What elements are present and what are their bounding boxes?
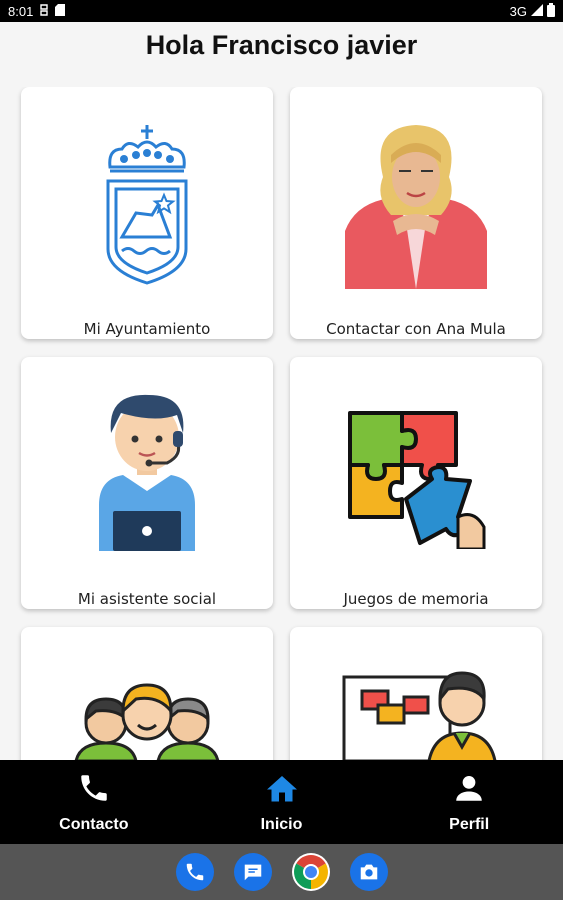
support-agent-icon xyxy=(21,393,273,551)
nav-contacto[interactable]: Contacto xyxy=(0,760,188,844)
card-contactar-ana-mula[interactable]: Contactar con Ana Mula xyxy=(290,87,542,339)
nav-label: Inicio xyxy=(260,815,303,833)
person-photo xyxy=(290,123,542,289)
card-grid: Mi Ayuntamiento Contactar con Ana Mula M… xyxy=(0,87,563,760)
coat-of-arms-icon xyxy=(21,125,273,285)
chrome-app-icon[interactable] xyxy=(291,853,330,891)
messages-app-icon[interactable] xyxy=(233,853,272,891)
person-icon xyxy=(452,771,486,810)
nav-label: Perfil xyxy=(449,815,490,833)
home-icon xyxy=(264,771,300,810)
card-presentation[interactable] xyxy=(290,627,542,760)
nav-perfil[interactable]: Perfil xyxy=(375,760,563,844)
card-label: Mi Ayuntamiento xyxy=(83,320,211,338)
group-icon xyxy=(21,681,273,760)
network-type: 3G xyxy=(509,3,527,19)
card-group[interactable] xyxy=(21,627,273,760)
sync-icon xyxy=(39,3,49,19)
card-label: Mi asistente social xyxy=(77,590,217,608)
card-mi-asistente-social[interactable]: Mi asistente social xyxy=(21,357,273,609)
page-title: Hola Francisco javier xyxy=(145,30,418,60)
card-label: Contactar con Ana Mula xyxy=(326,320,506,338)
sd-card-icon xyxy=(55,3,66,19)
card-juegos-de-memoria[interactable]: Juegos de memoria xyxy=(290,357,542,609)
bottom-nav: Contacto Inicio Perfil xyxy=(0,760,563,844)
status-bar: 8:01 3G xyxy=(0,0,563,22)
battery-icon xyxy=(547,2,555,20)
puzzle-icon xyxy=(290,409,542,549)
clock: 8:01 xyxy=(8,3,34,19)
phone-app-icon[interactable] xyxy=(175,853,214,891)
signal-icon xyxy=(531,3,543,19)
camera-app-icon[interactable] xyxy=(349,853,388,891)
phone-icon xyxy=(77,771,111,810)
nav-inicio[interactable]: Inicio xyxy=(188,760,376,844)
system-dock xyxy=(0,844,563,900)
nav-label: Contacto xyxy=(59,815,129,833)
presentation-icon xyxy=(290,667,542,760)
card-label: Juegos de memoria xyxy=(343,590,489,608)
card-mi-ayuntamiento[interactable]: Mi Ayuntamiento xyxy=(21,87,273,339)
